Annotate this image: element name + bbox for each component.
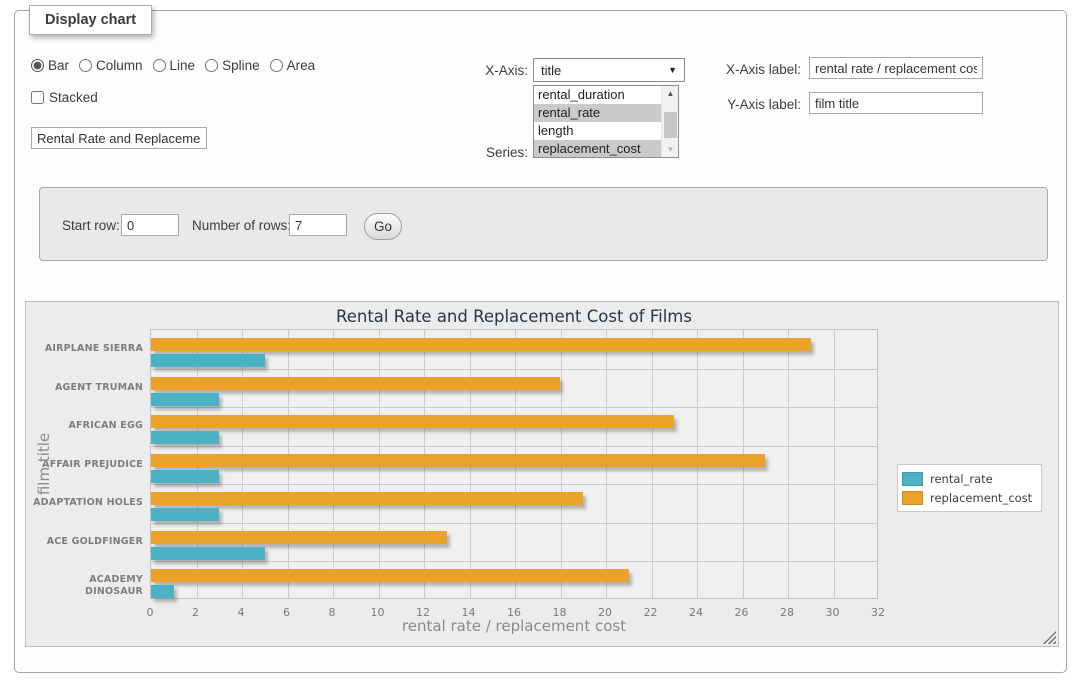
chart-container: Rental Rate and Replacement Cost of Film… (25, 301, 1059, 647)
chart-type-radio-spline[interactable] (205, 59, 218, 72)
bar-replacement_cost (151, 569, 629, 582)
chart-type-label: Area (287, 58, 316, 73)
start-row-label: Start row: (62, 218, 120, 233)
series-option-replacement_cost[interactable]: replacement_cost (534, 140, 663, 158)
x-axis-title: rental rate / replacement cost (150, 617, 878, 635)
num-rows-label: Number of rows: (192, 218, 291, 233)
y-axis-label-field-label: Y-Axis label: (687, 97, 801, 112)
legend-swatch-icon (902, 491, 923, 505)
y-axis-title: film title (35, 433, 53, 495)
y-axis-label-input[interactable] (809, 92, 983, 114)
legend-label: rental_rate (930, 472, 993, 486)
bar-replacement_cost (151, 492, 583, 505)
x-axis-label-input[interactable] (809, 57, 983, 79)
start-row-input[interactable] (121, 214, 179, 236)
x-axis-select-label: X-Axis: (435, 63, 528, 78)
gridline (151, 407, 877, 408)
stacked-label: Stacked (49, 90, 98, 105)
x-axis-label-field-label: X-Axis label: (687, 62, 801, 77)
bar-rental_rate (151, 354, 265, 367)
series-option-rental_duration[interactable]: rental_duration (534, 86, 663, 104)
chart-type-label: Spline (222, 58, 260, 73)
series-listbox[interactable]: rental_durationrental_ratelengthreplacem… (533, 85, 679, 158)
category-label: AFRICAN EGG (31, 420, 143, 432)
scroll-up-icon[interactable]: ▲ (662, 86, 679, 101)
chart-type-label: Column (96, 58, 143, 73)
chart-type-spline: Spline (205, 58, 260, 73)
category-label: ADAPTATION HOLES (31, 497, 143, 509)
chart-plot-area (150, 329, 878, 599)
chart-type-area: Area (270, 58, 316, 73)
series-option-length[interactable]: length (534, 122, 663, 140)
chart-type-label: Line (170, 58, 196, 73)
bar-replacement_cost (151, 338, 811, 351)
gridline (151, 446, 877, 447)
bar-rental_rate (151, 431, 219, 444)
chart-title: Rental Rate and Replacement Cost of Film… (150, 307, 878, 326)
chart-type-radio-bar[interactable] (31, 59, 44, 72)
gridline (834, 330, 835, 598)
category-label: AGENT TRUMAN (31, 382, 143, 394)
chart-type-line: Line (153, 58, 196, 73)
category-label: ACADEMY DINOSAUR (31, 574, 143, 598)
series-select-label: Series: (435, 145, 528, 160)
bar-replacement_cost (151, 531, 447, 544)
legend-entry-replacement_cost: replacement_cost (902, 488, 1032, 507)
bar-rental_rate (151, 470, 219, 483)
scroll-down-icon[interactable]: ▼ (662, 142, 679, 157)
series-option-rental_rate[interactable]: rental_rate (534, 104, 663, 122)
gridline (151, 523, 877, 524)
bar-replacement_cost (151, 415, 674, 428)
x-axis-select[interactable]: title ▼ (533, 58, 685, 82)
chevron-down-icon: ▼ (668, 65, 677, 75)
resize-grip-icon[interactable] (1043, 631, 1056, 644)
bar-rental_rate (151, 585, 174, 598)
gridline (151, 561, 877, 562)
category-label: ACE GOLDFINGER (31, 536, 143, 548)
bar-replacement_cost (151, 377, 560, 390)
stacked-checkbox[interactable] (31, 91, 44, 104)
bar-rental_rate (151, 547, 265, 560)
chart-title-input[interactable] (31, 127, 207, 149)
legend-label: replacement_cost (930, 491, 1032, 505)
chart-type-label: Bar (48, 58, 69, 73)
fieldset-legend: Display chart (29, 5, 152, 35)
bar-replacement_cost (151, 454, 765, 467)
chart-type-radio-line[interactable] (153, 59, 166, 72)
chart-type-radio-group: Bar Column Line Spline Area (31, 58, 319, 73)
stacked-row: Stacked (31, 90, 98, 105)
x-axis-selected-value: title (541, 63, 561, 78)
go-button[interactable]: Go (364, 213, 402, 240)
gridline (151, 484, 877, 485)
listbox-scrollbar[interactable]: ▲ ▼ (661, 86, 678, 157)
row-range-box: Start row: Number of rows: Go (39, 187, 1048, 261)
bar-rental_rate (151, 393, 219, 406)
chart-type-radio-column[interactable] (79, 59, 92, 72)
display-chart-fieldset: Display chart BarColumnLineSplineArea St… (14, 10, 1067, 673)
chart-type-column: Column (79, 58, 143, 73)
category-label: AIRPLANE SIERRA (31, 343, 143, 355)
legend-swatch-icon (902, 472, 923, 486)
chart-type-bar: Bar (31, 58, 69, 73)
gridline (788, 330, 789, 598)
num-rows-input[interactable] (289, 214, 347, 236)
gridline (151, 369, 877, 370)
chart-legend: rental_rate replacement_cost (897, 464, 1042, 512)
chart-type-radio-area[interactable] (270, 59, 283, 72)
bar-rental_rate (151, 508, 219, 521)
scrollbar-thumb[interactable] (664, 112, 677, 138)
legend-entry-rental_rate: rental_rate (902, 469, 1032, 488)
